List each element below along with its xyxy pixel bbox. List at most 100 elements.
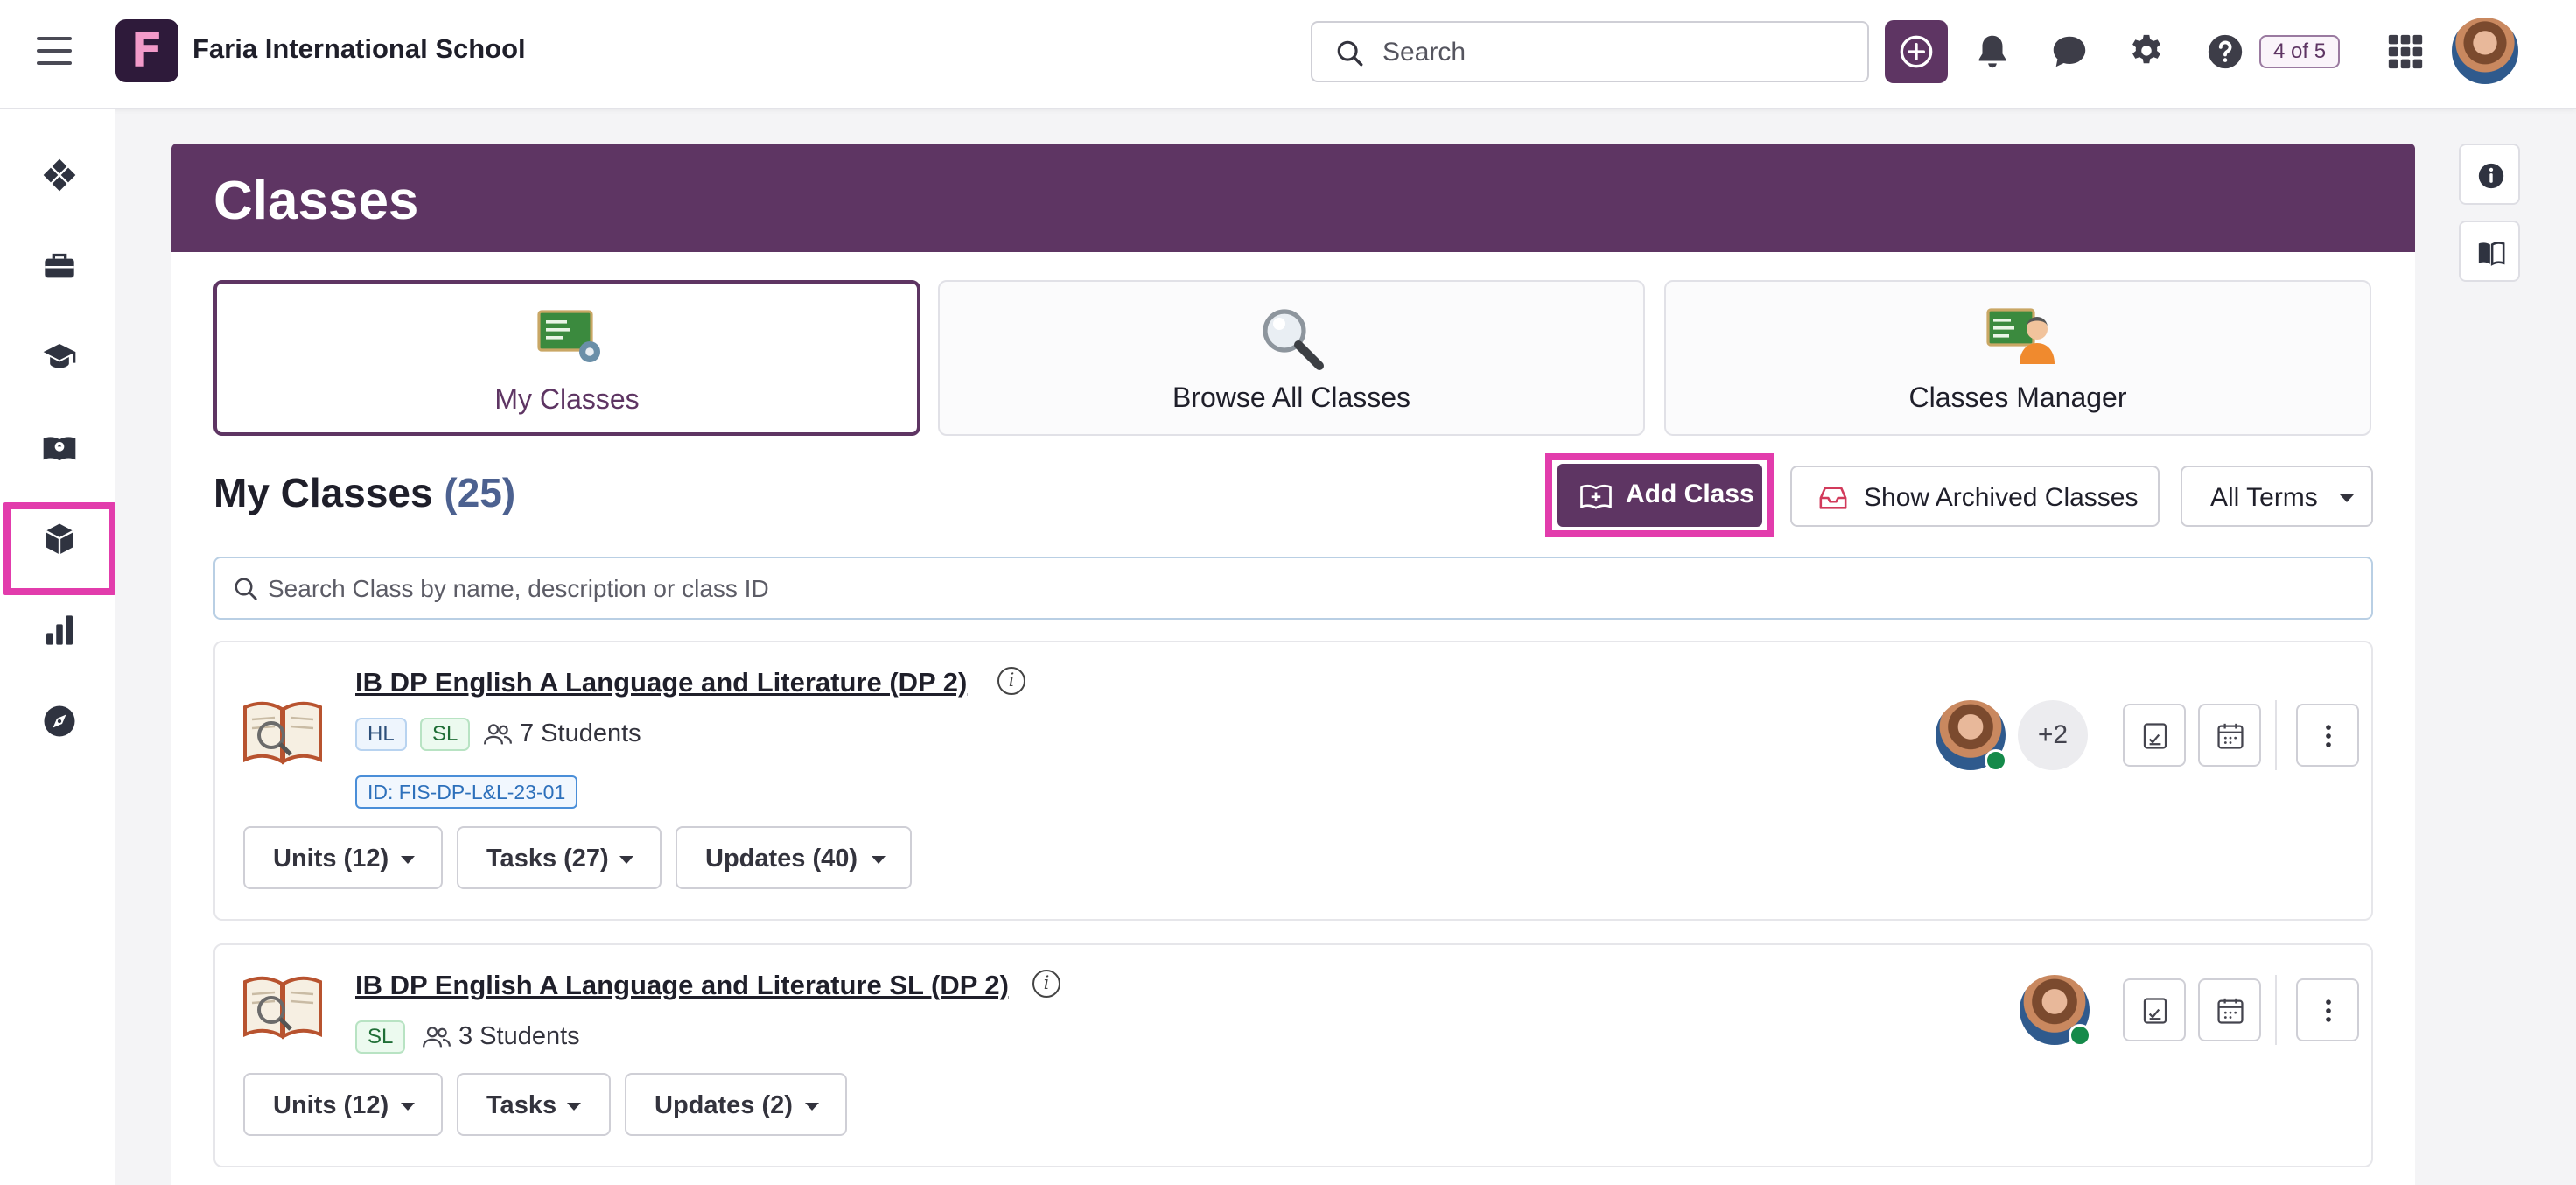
- sidebar-item-classes[interactable]: [24, 413, 93, 481]
- class-count: (25): [444, 470, 516, 515]
- extra-teachers-count[interactable]: +2: [2018, 700, 2088, 770]
- tab-my-classes[interactable]: My Classes: [214, 280, 920, 436]
- units-label: Units (12): [273, 1091, 389, 1119]
- caret-down-icon: [620, 856, 634, 864]
- updates-dropdown[interactable]: Updates (40): [676, 826, 912, 889]
- gradebook-button[interactable]: [2123, 978, 2186, 1041]
- sidebar-item-explore[interactable]: [24, 686, 93, 754]
- cube-icon: [45, 523, 74, 555]
- add-class-button[interactable]: Add Class: [1558, 464, 1762, 527]
- tasks-dropdown[interactable]: Tasks (27): [457, 826, 662, 889]
- tab-label: Browse All Classes: [1172, 382, 1411, 413]
- level-tag-sl: SL: [420, 718, 471, 751]
- class-id-tag: ID: FIS-DP-L&L-23-01: [355, 775, 578, 809]
- student-count-label: 3 Students: [458, 1022, 580, 1050]
- app-root: F Faria International School 4 of 5: [0, 0, 2576, 1185]
- book-open-icon: [2478, 242, 2505, 266]
- gear-icon[interactable]: [2126, 32, 2166, 72]
- help-icon[interactable]: [2205, 32, 2245, 72]
- info-circle-icon: [2478, 163, 2504, 189]
- classes-manager-icon: [1986, 308, 2054, 364]
- class-search-input[interactable]: [268, 571, 2280, 607]
- calendar-button[interactable]: [2198, 704, 2261, 767]
- class-card: IB DP English A Language and Literature …: [214, 641, 2373, 921]
- users-icon: [422, 1027, 452, 1048]
- tasks-label: Tasks: [486, 1091, 557, 1119]
- tab-label: Classes Manager: [1908, 382, 2127, 413]
- units-dropdown[interactable]: Units (12): [243, 826, 443, 889]
- sidebar-item-dashboard[interactable]: [24, 140, 93, 208]
- school-logo[interactable]: F: [116, 19, 178, 82]
- class-name-link[interactable]: IB DP English A Language and Literature …: [355, 970, 1009, 1001]
- class-card: IB DP English A Language and Literature …: [214, 943, 2373, 1167]
- section-title-text: My Classes: [214, 470, 433, 515]
- tasks-dropdown[interactable]: Tasks: [457, 1073, 611, 1136]
- main-panel: My Classes Browse All Classes Classes Ma…: [172, 252, 2415, 1185]
- archive-inbox-icon: [1819, 487, 1847, 509]
- caret-down-icon: [872, 856, 886, 864]
- chat-icon[interactable]: [2049, 32, 2090, 72]
- divider: [2275, 700, 2277, 770]
- gradebook-button[interactable]: [2123, 704, 2186, 767]
- class-name-link[interactable]: IB DP English A Language and Literature …: [355, 667, 967, 698]
- tab-browse-all-classes[interactable]: Browse All Classes: [938, 280, 1645, 436]
- info-icon[interactable]: i: [998, 667, 1026, 695]
- sidebar-item-units[interactable]: [24, 504, 93, 572]
- menu-icon[interactable]: [37, 37, 72, 67]
- level-tag-hl: HL: [355, 718, 407, 751]
- divider: [2275, 975, 2277, 1045]
- logo-letter: F: [130, 23, 164, 78]
- show-archived-button[interactable]: Show Archived Classes: [1790, 466, 2160, 527]
- bell-icon[interactable]: [1972, 32, 2012, 72]
- kebab-menu-icon: [2326, 725, 2331, 747]
- class-board-icon: [537, 310, 600, 362]
- create-button[interactable]: [1885, 20, 1948, 83]
- student-count-label: 7 Students: [520, 719, 641, 747]
- show-archived-label: Show Archived Classes: [1864, 483, 2138, 512]
- teacher-avatar[interactable]: [2020, 975, 2091, 1047]
- class-search[interactable]: [214, 557, 2373, 620]
- search-icon: [1337, 40, 1363, 67]
- progress-badge[interactable]: 4 of 5: [2259, 35, 2341, 68]
- open-book-icon: [243, 976, 322, 1040]
- school-name[interactable]: Faria International School: [192, 33, 526, 65]
- tab-label: My Classes: [494, 383, 640, 415]
- online-status-dot: [1984, 749, 2007, 772]
- units-dropdown[interactable]: Units (12): [243, 1073, 443, 1136]
- level-tag-sl: SL: [355, 1020, 406, 1054]
- gradebook-icon: [2143, 998, 2167, 1024]
- users-icon: [483, 724, 513, 745]
- compass-icon: [44, 705, 75, 737]
- page-title: Classes: [214, 171, 419, 231]
- dashboard-icon: [43, 158, 76, 192]
- terms-dropdown-label: All Terms: [2210, 483, 2318, 512]
- terms-dropdown[interactable]: All Terms: [2180, 466, 2373, 527]
- gradebook-icon: [2143, 723, 2167, 749]
- updates-label: Updates (40): [705, 845, 858, 873]
- caret-down-icon: [401, 1103, 415, 1111]
- updates-dropdown[interactable]: Updates (2): [625, 1073, 847, 1136]
- sidebar-item-reports[interactable]: [24, 595, 93, 663]
- top-bar: F Faria International School 4 of 5: [0, 0, 2576, 109]
- caret-down-icon: [401, 856, 415, 864]
- briefcase-icon: [45, 253, 74, 278]
- calendar-button[interactable]: [2198, 978, 2261, 1041]
- sidebar-item-portfolio[interactable]: [24, 231, 93, 299]
- apps-grid-icon[interactable]: [2385, 32, 2426, 72]
- sidebar-item-programs[interactable]: [24, 322, 93, 390]
- more-options-button[interactable]: [2296, 978, 2359, 1041]
- caret-down-icon: [2340, 494, 2354, 502]
- guide-rail-button[interactable]: [2459, 221, 2520, 282]
- info-icon[interactable]: i: [1032, 970, 1060, 998]
- user-avatar[interactable]: [2450, 16, 2520, 86]
- tab-classes-manager[interactable]: Classes Manager: [1664, 280, 2371, 436]
- calendar-icon: [2217, 998, 2244, 1024]
- global-search[interactable]: [1311, 21, 1869, 82]
- caret-down-icon: [805, 1103, 819, 1111]
- updates-label: Updates (2): [654, 1091, 793, 1119]
- info-rail-button[interactable]: [2459, 144, 2520, 205]
- more-options-button[interactable]: [2296, 704, 2359, 767]
- teacher-avatar[interactable]: [1936, 700, 2007, 772]
- section-title: My Classes (25): [214, 469, 515, 516]
- global-search-input[interactable]: [1382, 33, 1838, 72]
